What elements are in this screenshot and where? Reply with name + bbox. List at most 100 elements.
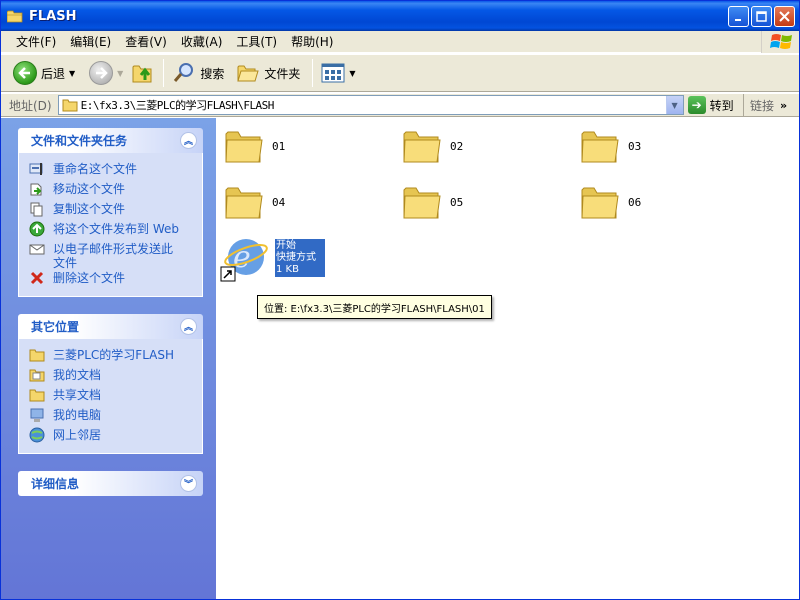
menu-file[interactable]: 文件(F) (9, 32, 63, 52)
chevron-right-icon: » (780, 98, 788, 112)
folder-item[interactable]: 06 (580, 182, 641, 222)
folder-icon (225, 187, 263, 219)
views-dropdown-icon[interactable]: ▼ (349, 69, 355, 78)
folder-name: 05 (450, 195, 464, 209)
address-label: 地址(D) (9, 98, 52, 113)
file-folder-tasks-title: 文件和文件夹任务 (31, 134, 128, 148)
shortcut-label: 开始 快捷方式 1 KB (275, 239, 325, 277)
search-icon (174, 63, 194, 82)
details-header[interactable]: 详细信息 ︾ (18, 471, 203, 496)
delete-icon (29, 270, 45, 286)
tooltip-text: 位置: E:\fx3.3\三菱PLC的学习FLASH\FLASH\01 (264, 303, 485, 315)
address-bar: 地址(D) E:\fx3.3\三菱PLC的学习FLASH\FLASH ▼ ➔ 转… (1, 93, 799, 117)
toolbar: 后退 ▼ ▼ 搜索 文件夹 ▼ (1, 54, 799, 92)
task-rename[interactable]: 重命名这个文件 (29, 161, 202, 181)
folder-item[interactable]: 04 (224, 182, 285, 222)
links-label: 链接 (750, 98, 775, 113)
task-delete[interactable]: 删除这个文件 (29, 270, 202, 290)
folder-icon (62, 99, 78, 112)
folder-item[interactable]: 02 (402, 126, 463, 166)
go-arrow-icon: ➔ (687, 96, 706, 114)
menu-favorites[interactable]: 收藏(A) (174, 32, 230, 52)
up-folder-button[interactable] (127, 57, 159, 89)
svg-text:e: e (233, 240, 251, 275)
task-email[interactable]: 以电子邮件形式发送此文件 (29, 241, 202, 270)
file-list-area[interactable]: 01 02 03 04 05 06 e 开始 快捷方式 1 KB 位置: E:\… (216, 118, 799, 599)
folder-icon (403, 131, 441, 163)
folder-icon (7, 10, 23, 22)
details-panel: 详细信息 ︾ (18, 471, 203, 496)
place-my-documents[interactable]: 我的文档 (29, 367, 202, 387)
address-input[interactable]: E:\fx3.3\三菱PLC的学习FLASH\FLASH ▼ (57, 95, 684, 115)
task-copy-label: 复制这个文件 (53, 202, 126, 216)
search-button[interactable]: 搜索 (168, 57, 228, 89)
forward-dropdown-icon[interactable]: ▼ (117, 69, 123, 78)
folders-icon (237, 65, 260, 82)
go-button[interactable]: ➔ 转到 (687, 96, 734, 114)
details-title: 详细信息 (31, 477, 80, 491)
network-icon (29, 427, 45, 443)
windows-logo-icon (761, 31, 799, 53)
menu-tools[interactable]: 工具(T) (229, 32, 284, 52)
folder-name: 01 (272, 139, 286, 153)
menu-view[interactable]: 查看(V) (118, 32, 174, 52)
folder-item[interactable]: 05 (402, 182, 463, 222)
menu-edit[interactable]: 编辑(E) (63, 32, 118, 52)
shortcut-item[interactable]: e 开始 快捷方式 1 KB (220, 235, 330, 285)
file-folder-tasks-header[interactable]: 文件和文件夹任务 ︽ (18, 128, 203, 153)
folder-item[interactable]: 03 (580, 126, 641, 166)
task-rename-label: 重命名这个文件 (53, 162, 138, 176)
back-button[interactable]: 后退 ▼ (9, 57, 79, 89)
folder-icon (581, 131, 619, 163)
my-computer-icon (29, 407, 45, 423)
close-button[interactable] (774, 6, 795, 27)
forward-arrow-icon (89, 61, 114, 85)
my-documents-icon (29, 367, 45, 383)
folder-icon (29, 387, 45, 403)
other-places-panel: 其它位置 ︽ 三菱PLC的学习FLASH 我的文档 共享文档 我的电脑 网上邻居 (18, 314, 203, 454)
address-value: E:\fx3.3\三菱PLC的学习FLASH\FLASH (80, 99, 275, 112)
task-delete-label: 删除这个文件 (53, 271, 126, 285)
place-shared-documents[interactable]: 共享文档 (29, 387, 202, 407)
expand-icon[interactable]: ︾ (180, 475, 197, 492)
copy-icon (29, 201, 45, 217)
place-network[interactable]: 网上邻居 (29, 427, 202, 447)
task-pane: 文件和文件夹任务 ︽ 重命名这个文件 移动这个文件 复制这个文件 将这个文件发布… (1, 118, 216, 599)
place-parent-folder[interactable]: 三菱PLC的学习FLASH (29, 347, 202, 367)
menu-bar: 文件(F) 编辑(E) 查看(V) 收藏(A) 工具(T) 帮助(H) (1, 31, 799, 53)
go-label: 转到 (709, 98, 734, 113)
place-shared-documents-label: 共享文档 (53, 388, 102, 402)
close-icon (779, 11, 790, 22)
collapse-icon[interactable]: ︽ (180, 132, 197, 149)
title-bar[interactable]: FLASH (1, 1, 799, 31)
window-title: FLASH (29, 8, 77, 24)
task-copy[interactable]: 复制这个文件 (29, 201, 202, 221)
back-dropdown-icon[interactable]: ▼ (69, 69, 75, 78)
maximize-button[interactable] (751, 6, 772, 27)
folders-button[interactable]: 文件夹 (232, 57, 304, 89)
task-move[interactable]: 移动这个文件 (29, 181, 202, 201)
location-tooltip: 位置: E:\fx3.3\三菱PLC的学习FLASH\FLASH\01 (257, 295, 492, 319)
address-dropdown-icon[interactable]: ▼ (665, 96, 683, 114)
maximize-icon (756, 11, 767, 22)
place-my-computer-label: 我的电脑 (53, 408, 102, 422)
place-my-documents-label: 我的文档 (53, 368, 102, 382)
folder-icon (581, 187, 619, 219)
links-button[interactable]: 链接 » (743, 94, 799, 116)
collapse-icon[interactable]: ︽ (180, 318, 197, 335)
forward-button[interactable]: ▼ (85, 57, 127, 89)
menu-help[interactable]: 帮助(H) (284, 32, 340, 52)
minimize-button[interactable] (728, 6, 749, 27)
folder-item[interactable]: 01 (224, 126, 285, 166)
task-publish-web[interactable]: 将这个文件发布到 Web (29, 221, 202, 241)
shortcut-type: 快捷方式 (276, 252, 316, 263)
place-my-computer[interactable]: 我的电脑 (29, 407, 202, 427)
back-arrow-icon (13, 61, 37, 85)
folders-label: 文件夹 (264, 66, 301, 81)
other-places-header[interactable]: 其它位置 ︽ (18, 314, 203, 339)
task-publish-web-label: 将这个文件发布到 Web (53, 222, 179, 236)
email-icon (29, 241, 45, 257)
views-button[interactable]: ▼ (317, 57, 359, 89)
move-icon (29, 181, 45, 197)
explorer-window: FLASH 文件(F) 编辑(E) 查看(V) 收藏(A) 工具(T) 帮助(H… (0, 0, 800, 600)
